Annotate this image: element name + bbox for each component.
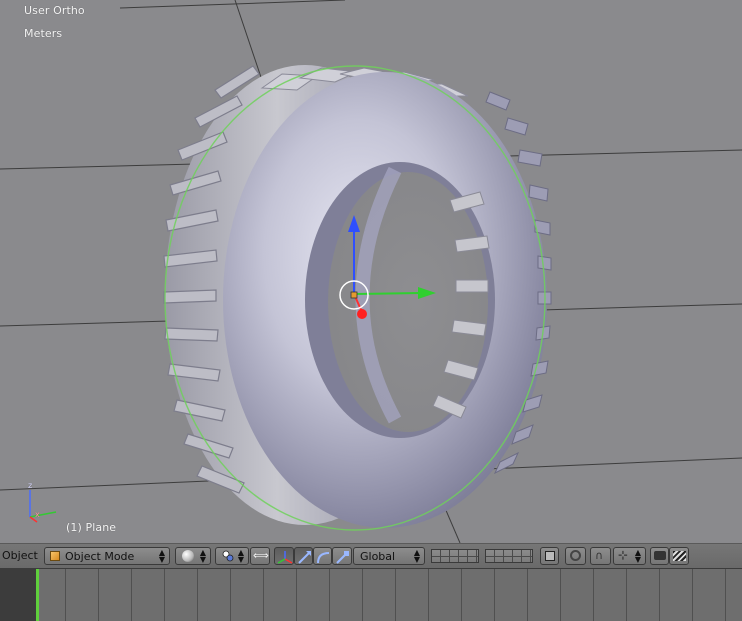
- proportional-edit-icon: [570, 550, 581, 561]
- transform-orientation-selector[interactable]: Global ▲ ▼: [353, 547, 425, 565]
- snap-increment-icon: ⊹: [618, 548, 629, 562]
- chevron-updown-icon: ▲ ▼: [634, 548, 641, 564]
- viewport-shading-selector[interactable]: ▲ ▼: [175, 547, 211, 565]
- mode-selector[interactable]: Object Mode ▲ ▼: [44, 547, 170, 565]
- link-toggle-button[interactable]: ⟺: [250, 547, 270, 565]
- chevron-updown-icon: ▲ ▼: [413, 548, 420, 564]
- render-opengl-button[interactable]: [650, 547, 669, 565]
- clapper-icon: [673, 551, 686, 561]
- manipulator-toggle-button[interactable]: [274, 547, 294, 565]
- rotate-icon: [317, 552, 330, 564]
- x-axis-handle: [357, 309, 367, 319]
- translate-manipulator-button[interactable]: [294, 547, 313, 565]
- camera-icon: [654, 551, 666, 560]
- proportional-edit-button[interactable]: [565, 547, 586, 565]
- layer-buttons-group-1[interactable]: [431, 549, 479, 563]
- object-cube-icon: [50, 551, 60, 561]
- snap-toggle-button[interactable]: ∩: [590, 547, 611, 565]
- layers-icon: [545, 551, 555, 561]
- pivot-icon: [222, 550, 234, 562]
- layer-buttons-group-2[interactable]: [485, 549, 533, 563]
- object-menu[interactable]: Object: [2, 549, 38, 562]
- 3d-viewport[interactable]: User Ortho Meters z x (1) Plane: [0, 0, 742, 543]
- timeline-channel-region: [0, 569, 37, 621]
- viewport-canvas[interactable]: [0, 0, 742, 543]
- chevron-updown-icon: ▲ ▼: [237, 548, 244, 564]
- chevron-updown-icon: ▲ ▼: [158, 548, 165, 564]
- sphere-solid-icon: [182, 550, 194, 562]
- link-icon: ⟺: [253, 549, 269, 562]
- axes-icon: [277, 551, 293, 564]
- rotate-manipulator-button[interactable]: [313, 547, 332, 565]
- tire-mesh[interactable]: [163, 65, 552, 531]
- chevron-updown-icon: ▲ ▼: [199, 548, 206, 564]
- blender-window: User Ortho Meters z x (1) Plane Object O…: [0, 0, 742, 621]
- translate-arrow-icon: [298, 551, 311, 564]
- snap-element-selector[interactable]: ⊹ ▲ ▼: [613, 547, 646, 565]
- timeline-playhead[interactable]: [36, 569, 39, 621]
- selected-object-label: (1) Plane: [66, 521, 117, 534]
- magnet-icon: ∩: [595, 549, 604, 562]
- pivot-point-selector[interactable]: ▲ ▼: [215, 547, 249, 565]
- scale-icon: [336, 551, 349, 564]
- render-animation-button[interactable]: [669, 547, 689, 565]
- axis-widget: [29, 490, 57, 523]
- axis-z-label: z: [28, 481, 33, 490]
- object-origin: [350, 291, 358, 299]
- view-name-label: User Ortho: [24, 4, 85, 17]
- scale-manipulator-button[interactable]: [332, 547, 352, 565]
- axis-x-label: x: [35, 510, 40, 519]
- units-label: Meters: [24, 27, 63, 40]
- transform-orientation-value: Global: [360, 550, 396, 563]
- mode-selector-value: Object Mode: [65, 550, 135, 563]
- 3d-view-header: Object Object Mode ▲ ▼ ▲ ▼ ▲ ▼ ⟺ Global …: [0, 543, 742, 568]
- layer-lock-button[interactable]: [540, 547, 559, 565]
- timeline-editor[interactable]: [0, 568, 742, 621]
